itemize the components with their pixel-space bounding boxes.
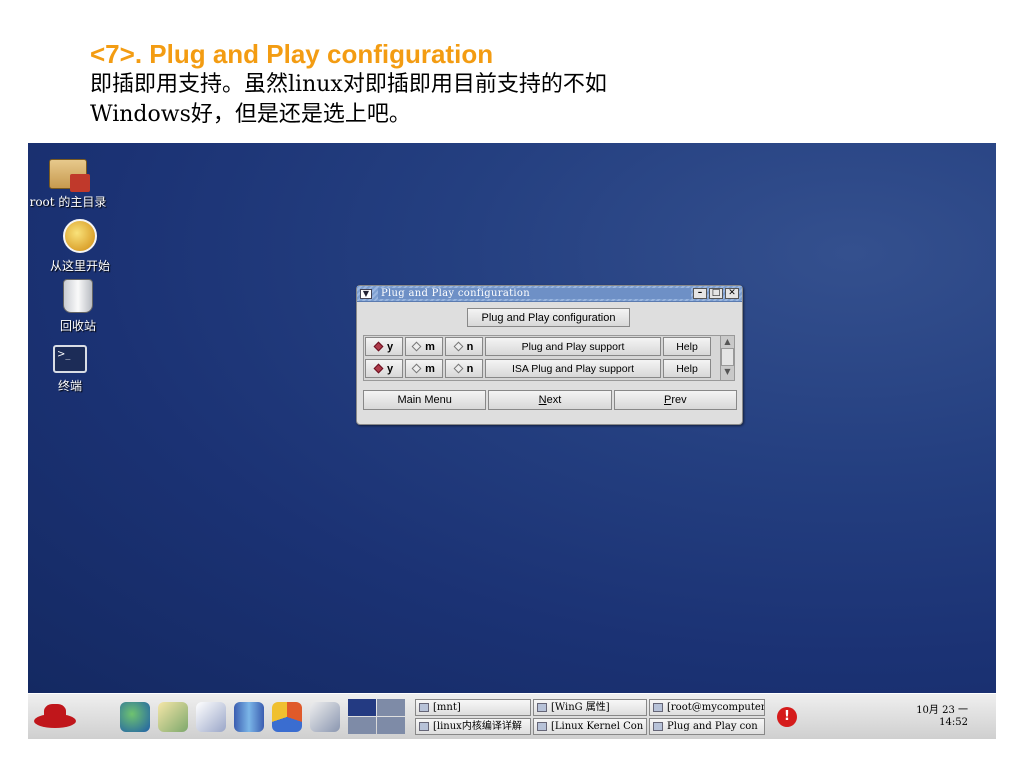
- option-label[interactable]: Plug and Play support: [485, 337, 661, 356]
- main-menu-button[interactable]: Main Menu: [363, 390, 487, 410]
- radio-m[interactable]: m: [405, 337, 443, 356]
- writer-launcher-icon[interactable]: [196, 701, 226, 732]
- maximize-button[interactable]: □: [709, 288, 723, 299]
- radio-y[interactable]: y: [365, 337, 403, 356]
- radio-indicator-icon: [411, 363, 422, 374]
- radio-n[interactable]: n: [445, 359, 483, 378]
- window-icon: [537, 721, 547, 731]
- desktop-icon-start-here[interactable]: 从这里开始: [30, 219, 130, 274]
- radio-indicator-icon: [373, 341, 384, 352]
- mail-launcher-icon[interactable]: [158, 701, 188, 732]
- task-button[interactable]: [mnt]: [415, 698, 531, 716]
- option-row: y m n Plug and Play support Help: [365, 337, 711, 357]
- trash-icon: [63, 279, 93, 313]
- document-icon: [419, 721, 429, 731]
- window-menu-icon[interactable]: ▼: [360, 288, 372, 299]
- next-button[interactable]: Next: [488, 390, 612, 410]
- radio-indicator-icon: [373, 363, 384, 374]
- terminal-icon: >_: [53, 345, 87, 373]
- desktop-icon-label: 从这里开始: [49, 259, 110, 273]
- window-titlebar[interactable]: ▼ Plug and Play configuration – □ ✕: [357, 286, 742, 302]
- minimize-button[interactable]: –: [693, 288, 707, 299]
- radio-y[interactable]: y: [365, 359, 403, 378]
- workspace-1[interactable]: [348, 699, 376, 716]
- folder-icon: [419, 702, 429, 712]
- workspace-pager[interactable]: [348, 699, 405, 734]
- clock[interactable]: 10月 23 一 14:52: [916, 705, 968, 729]
- close-button[interactable]: ✕: [725, 288, 739, 299]
- desktop-icon-label: root 的主目录: [29, 195, 107, 209]
- radio-indicator-icon: [453, 341, 464, 352]
- start-here-icon: [63, 219, 97, 253]
- radio-m[interactable]: m: [405, 359, 443, 378]
- window-icon: [653, 721, 663, 731]
- option-label[interactable]: ISA Plug and Play support: [485, 359, 661, 378]
- radio-indicator-icon: [411, 341, 422, 352]
- option-row: y m n ISA Plug and Play support Help: [365, 359, 711, 379]
- prev-button[interactable]: Prev: [613, 390, 737, 410]
- scroll-thumb[interactable]: [721, 348, 734, 366]
- plug-and-play-window: ▼ Plug and Play configuration – □ ✕ Plug…: [356, 285, 743, 425]
- desktop-icon-terminal[interactable]: >_ 终端: [28, 339, 120, 394]
- task-button[interactable]: [WinG 属性]: [533, 698, 647, 716]
- help-button[interactable]: Help: [663, 359, 711, 378]
- clock-date: 10月 23 一: [916, 704, 968, 716]
- desktop-icon-trash[interactable]: 回收站: [28, 279, 128, 334]
- terminal-icon: [653, 702, 663, 712]
- radio-n[interactable]: n: [445, 337, 483, 356]
- task-button[interactable]: Plug and Play con: [649, 717, 765, 735]
- slide-text: 即插即用支持。虽然linux对即插即用目前支持的不如 Windows好，但是还是…: [90, 72, 607, 127]
- window-title: Plug and Play configuration: [378, 288, 691, 299]
- task-button[interactable]: [linux内核编译详解: [415, 717, 531, 735]
- task-list: [mnt] [WinG 属性] [root@mycomputer:/ [linu…: [415, 698, 765, 735]
- browser-launcher-icon[interactable]: [120, 701, 150, 732]
- print-launcher-icon[interactable]: [310, 701, 340, 732]
- help-button[interactable]: Help: [663, 337, 711, 356]
- presentation-launcher-icon[interactable]: [272, 701, 302, 732]
- spreadsheet-launcher-icon[interactable]: [234, 701, 264, 732]
- desktop: root 的主目录 从这里开始 回收站 >_ 终端 ▼ Plug and Pla…: [28, 143, 996, 693]
- alert-notification-icon[interactable]: !: [777, 706, 797, 727]
- section-title-button[interactable]: Plug and Play configuration: [467, 308, 630, 327]
- task-button[interactable]: [root@mycomputer:/: [649, 698, 765, 716]
- scroll-down-icon[interactable]: ▼: [721, 366, 734, 378]
- taskbar: [mnt] [WinG 属性] [root@mycomputer:/ [linu…: [28, 693, 996, 739]
- workspace-4[interactable]: [377, 717, 405, 734]
- slide-title: <7>. Plug and Play configuration: [90, 39, 494, 69]
- navigation-buttons: Main Menu Next Prev: [363, 390, 737, 410]
- desktop-icon-home[interactable]: root 的主目录: [28, 151, 118, 210]
- redhat-menu-icon[interactable]: [32, 702, 80, 732]
- clock-time: 14:52: [939, 716, 968, 728]
- task-button[interactable]: [Linux Kernel Con: [533, 717, 647, 735]
- desktop-icon-label: 终端: [57, 379, 82, 393]
- desktop-icon-label: 回收站: [59, 319, 96, 333]
- home-folder-icon: [49, 159, 90, 192]
- app-icon: [537, 702, 547, 712]
- slide-header: <7>. Plug and Play configuration 即插即用支持。…: [90, 38, 990, 130]
- workspace-3[interactable]: [348, 717, 376, 734]
- vertical-scrollbar[interactable]: ▲ ▼: [720, 336, 734, 380]
- workspace-2[interactable]: [377, 699, 405, 716]
- scroll-up-icon[interactable]: ▲: [721, 336, 734, 348]
- radio-indicator-icon: [453, 363, 464, 374]
- options-list: y m n Plug and Play support Help y m n I…: [363, 335, 735, 381]
